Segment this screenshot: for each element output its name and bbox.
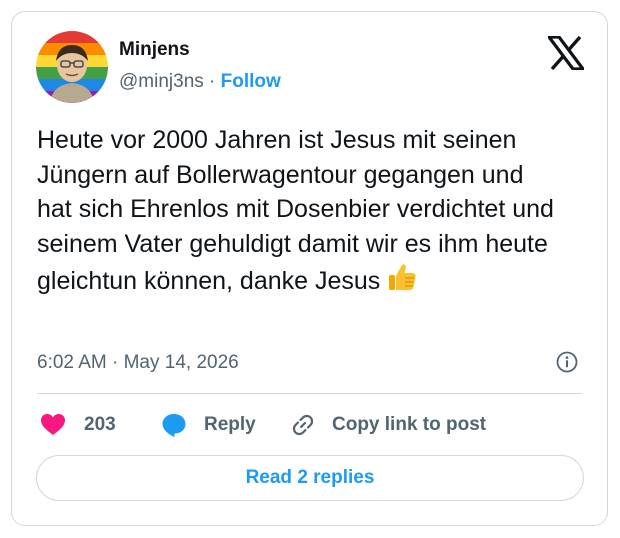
reply-bubble-icon [162,414,186,437]
follow-button[interactable]: Follow [221,71,281,92]
read-replies-button[interactable]: Read 2 replies [36,455,584,501]
like-button[interactable]: 203 [40,412,116,438]
reply-label: Reply [204,414,256,435]
tweet-card: Minjens @minj3ns · Follow Heute vor 2000… [11,11,608,526]
copy-link-button[interactable]: Copy link to post [290,412,486,438]
avatar[interactable] [36,31,108,103]
thumbs-up-icon [386,261,418,303]
heart-icon [41,414,65,435]
copy-link-label: Copy link to post [332,414,487,435]
tweet-timestamp[interactable]: 6:02 AM · May 14, 2026 [37,352,239,374]
author-name[interactable]: Minjens [119,39,190,61]
reply-button[interactable]: Reply [161,412,256,438]
read-replies-label: Read 2 replies [245,467,375,488]
author-handle-row: @minj3ns · Follow [119,71,281,93]
avatar-image [36,31,108,103]
tweet-text: Heute vor 2000 Jahren ist Jesus mit sein… [37,126,554,296]
separator-dot: · [209,71,216,92]
x-logo-icon[interactable] [545,35,587,71]
like-count: 203 [84,414,116,435]
tweet-text-container: Heute vor 2000 Jahren ist Jesus mit sein… [37,123,557,303]
info-icon[interactable] [556,351,578,373]
divider [37,393,582,394]
link-icon [292,414,314,436]
author-handle[interactable]: @minj3ns [119,71,204,92]
